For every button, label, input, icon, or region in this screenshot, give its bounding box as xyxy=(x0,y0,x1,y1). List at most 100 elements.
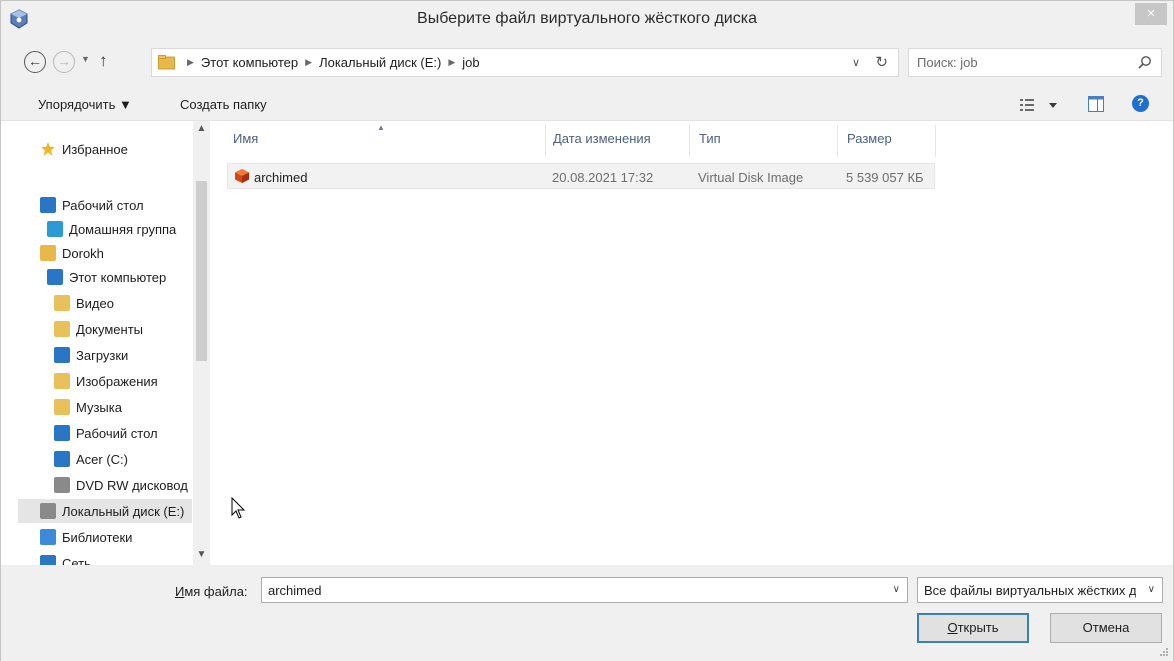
nav-item[interactable]: Видео xyxy=(32,291,215,315)
column-divider[interactable] xyxy=(545,125,546,157)
nav-item-label: Acer (C:) xyxy=(76,451,128,467)
nav-item[interactable]: Этот компьютер xyxy=(25,265,215,289)
nav-item[interactable]: Локальный диск (E:) xyxy=(18,499,192,523)
bottom-panel: Имя файла: archimed ∨ Все файлы виртуаль… xyxy=(1,565,1173,661)
breadcrumb-separator-icon[interactable]: ▶ xyxy=(448,57,455,68)
nav-item-label: Рабочий стол xyxy=(76,425,158,441)
desktop-icon xyxy=(40,197,56,213)
cancel-button[interactable]: Отмена xyxy=(1050,613,1162,643)
computer-icon xyxy=(47,269,63,285)
nav-item-label: Dorokh xyxy=(62,245,104,261)
file-list[interactable]: Имя ▲ Дата изменения Тип Размер archimed… xyxy=(215,121,1173,565)
nav-item[interactable]: Загрузки xyxy=(32,343,215,367)
downloads-folder-icon xyxy=(54,347,70,363)
dvd-drive-icon xyxy=(54,477,70,493)
address-bar[interactable]: ▶ Этот компьютер ▶ Локальный диск (E:) ▶… xyxy=(151,48,899,77)
breadcrumb-job[interactable]: job xyxy=(462,55,479,70)
filename-dropdown-icon[interactable]: ∨ xyxy=(893,584,900,595)
nav-item-label: Библиотеки xyxy=(62,529,133,545)
column-header-size[interactable]: Размер xyxy=(847,131,892,146)
filetype-select[interactable]: Все файлы виртуальных жёстких дисков ∨ xyxy=(917,577,1163,603)
filename-label: Имя файла: xyxy=(175,584,248,599)
nav-item[interactable]: Сеть xyxy=(18,551,208,565)
window-title: Выберите файл виртуального жёсткого диск… xyxy=(417,10,757,27)
title-bar[interactable]: Выберите файл виртуального жёсткого диск… xyxy=(1,1,1173,37)
star-icon xyxy=(40,141,56,157)
video-folder-icon xyxy=(54,295,70,311)
column-divider[interactable] xyxy=(689,125,690,157)
search-icon[interactable] xyxy=(1137,55,1152,70)
filetype-value: Все файлы виртуальных жёстких дисков xyxy=(924,583,1136,598)
preview-pane-icon[interactable] xyxy=(1088,96,1104,112)
help-icon[interactable]: ? xyxy=(1132,95,1149,112)
nav-item[interactable]: Acer (C:) xyxy=(32,447,215,471)
system-drive-icon xyxy=(54,451,70,467)
nav-item[interactable]: Рабочий стол xyxy=(32,421,215,445)
nav-item[interactable]: Документы xyxy=(32,317,215,341)
view-options-icon[interactable] xyxy=(1019,96,1059,114)
refresh-icon[interactable]: ↻ xyxy=(875,53,888,71)
nav-item-label: Видео xyxy=(76,295,114,311)
file-size: 5 539 057 КБ xyxy=(846,170,924,185)
sort-ascending-icon: ▲ xyxy=(377,123,385,132)
back-button[interactable]: ← xyxy=(24,51,46,73)
search-input[interactable]: Поиск: job xyxy=(908,48,1162,77)
command-bar: Упорядочить ▼ Создать папку ? xyxy=(1,89,1173,121)
network-icon xyxy=(40,555,56,565)
scroll-down-icon[interactable]: ▼ xyxy=(193,549,210,563)
breadcrumb-separator-icon[interactable]: ▶ xyxy=(305,57,312,68)
column-header-type[interactable]: Тип xyxy=(699,131,721,146)
scroll-up-icon[interactable]: ▲ xyxy=(193,123,210,137)
nav-item[interactable]: Библиотеки xyxy=(18,525,208,549)
open-button[interactable]: Открыть xyxy=(917,613,1029,643)
homegroup-icon xyxy=(47,221,63,237)
column-header-name[interactable]: Имя xyxy=(233,131,258,146)
new-folder-button[interactable]: Создать папку xyxy=(180,97,267,112)
search-placeholder: Поиск: job xyxy=(917,55,978,70)
nav-item-label: Рабочий стол xyxy=(62,197,144,213)
filename-value: archimed xyxy=(268,583,322,598)
nav-item-label: Изображения xyxy=(76,373,158,389)
organize-button[interactable]: Упорядочить ▼ xyxy=(38,97,132,112)
navigation-pane[interactable]: Избранное Рабочий стол Домашняя группа Doro… xyxy=(1,121,215,565)
breadcrumb-local-disk[interactable]: Локальный диск (E:) xyxy=(319,55,441,70)
nav-item[interactable]: Изображения xyxy=(32,369,215,393)
breadcrumb: ▶ Этот компьютер ▶ Локальный диск (E:) ▶… xyxy=(180,55,480,70)
column-header-date[interactable]: Дата изменения xyxy=(553,131,651,146)
nav-item-label: Домашняя группа xyxy=(69,221,177,237)
recent-locations-dropdown[interactable]: ▼ xyxy=(81,54,90,64)
nav-item-label: Сеть xyxy=(62,555,91,566)
file-name: archimed xyxy=(254,170,308,185)
breadcrumb-this-pc[interactable]: Этот компьютер xyxy=(201,55,298,70)
navigation-bar: ← → ▼ ↑ ▶ Этот компьютер ▶ Локальный дис… xyxy=(1,45,1173,81)
nav-item[interactable]: Домашняя группа xyxy=(25,217,215,241)
column-divider[interactable] xyxy=(935,125,936,157)
mouse-cursor-icon xyxy=(231,497,246,519)
music-folder-icon xyxy=(54,399,70,415)
scroll-thumb[interactable] xyxy=(196,181,207,361)
file-date: 20.08.2021 17:32 xyxy=(552,170,654,185)
file-type: Virtual Disk Image xyxy=(698,170,804,185)
local-drive-icon xyxy=(40,503,56,519)
forward-button[interactable]: → xyxy=(53,51,75,73)
libraries-icon xyxy=(40,529,56,545)
nav-item[interactable]: Dorokh xyxy=(18,241,208,265)
filetype-dropdown-icon[interactable]: ∨ xyxy=(1148,584,1155,595)
nav-item[interactable]: Рабочий стол xyxy=(18,193,208,217)
nav-item[interactable]: DVD RW дисковод xyxy=(32,473,215,497)
column-divider[interactable] xyxy=(837,125,838,157)
nav-item-label: Документы xyxy=(76,321,144,337)
file-open-dialog: Выберите файл виртуального жёсткого диск… xyxy=(0,0,1174,661)
filename-input[interactable]: archimed ∨ xyxy=(261,577,908,603)
close-button[interactable]: × xyxy=(1135,3,1167,25)
up-button[interactable]: ↑ xyxy=(99,51,108,71)
resize-grip-icon[interactable] xyxy=(1159,647,1169,657)
breadcrumb-separator-icon[interactable]: ▶ xyxy=(187,57,194,68)
table-row[interactable]: archimed 20.08.2021 17:32 Virtual Disk I… xyxy=(227,163,935,189)
nav-item-label: DVD RW дисковод xyxy=(76,477,188,493)
address-dropdown-icon[interactable]: ∨ xyxy=(852,56,860,69)
nav-item[interactable]: Избранное xyxy=(18,137,208,161)
nav-scrollbar[interactable]: ▲ ▼ xyxy=(193,121,210,565)
documents-folder-icon xyxy=(54,321,70,337)
nav-item[interactable]: Музыка xyxy=(32,395,215,419)
